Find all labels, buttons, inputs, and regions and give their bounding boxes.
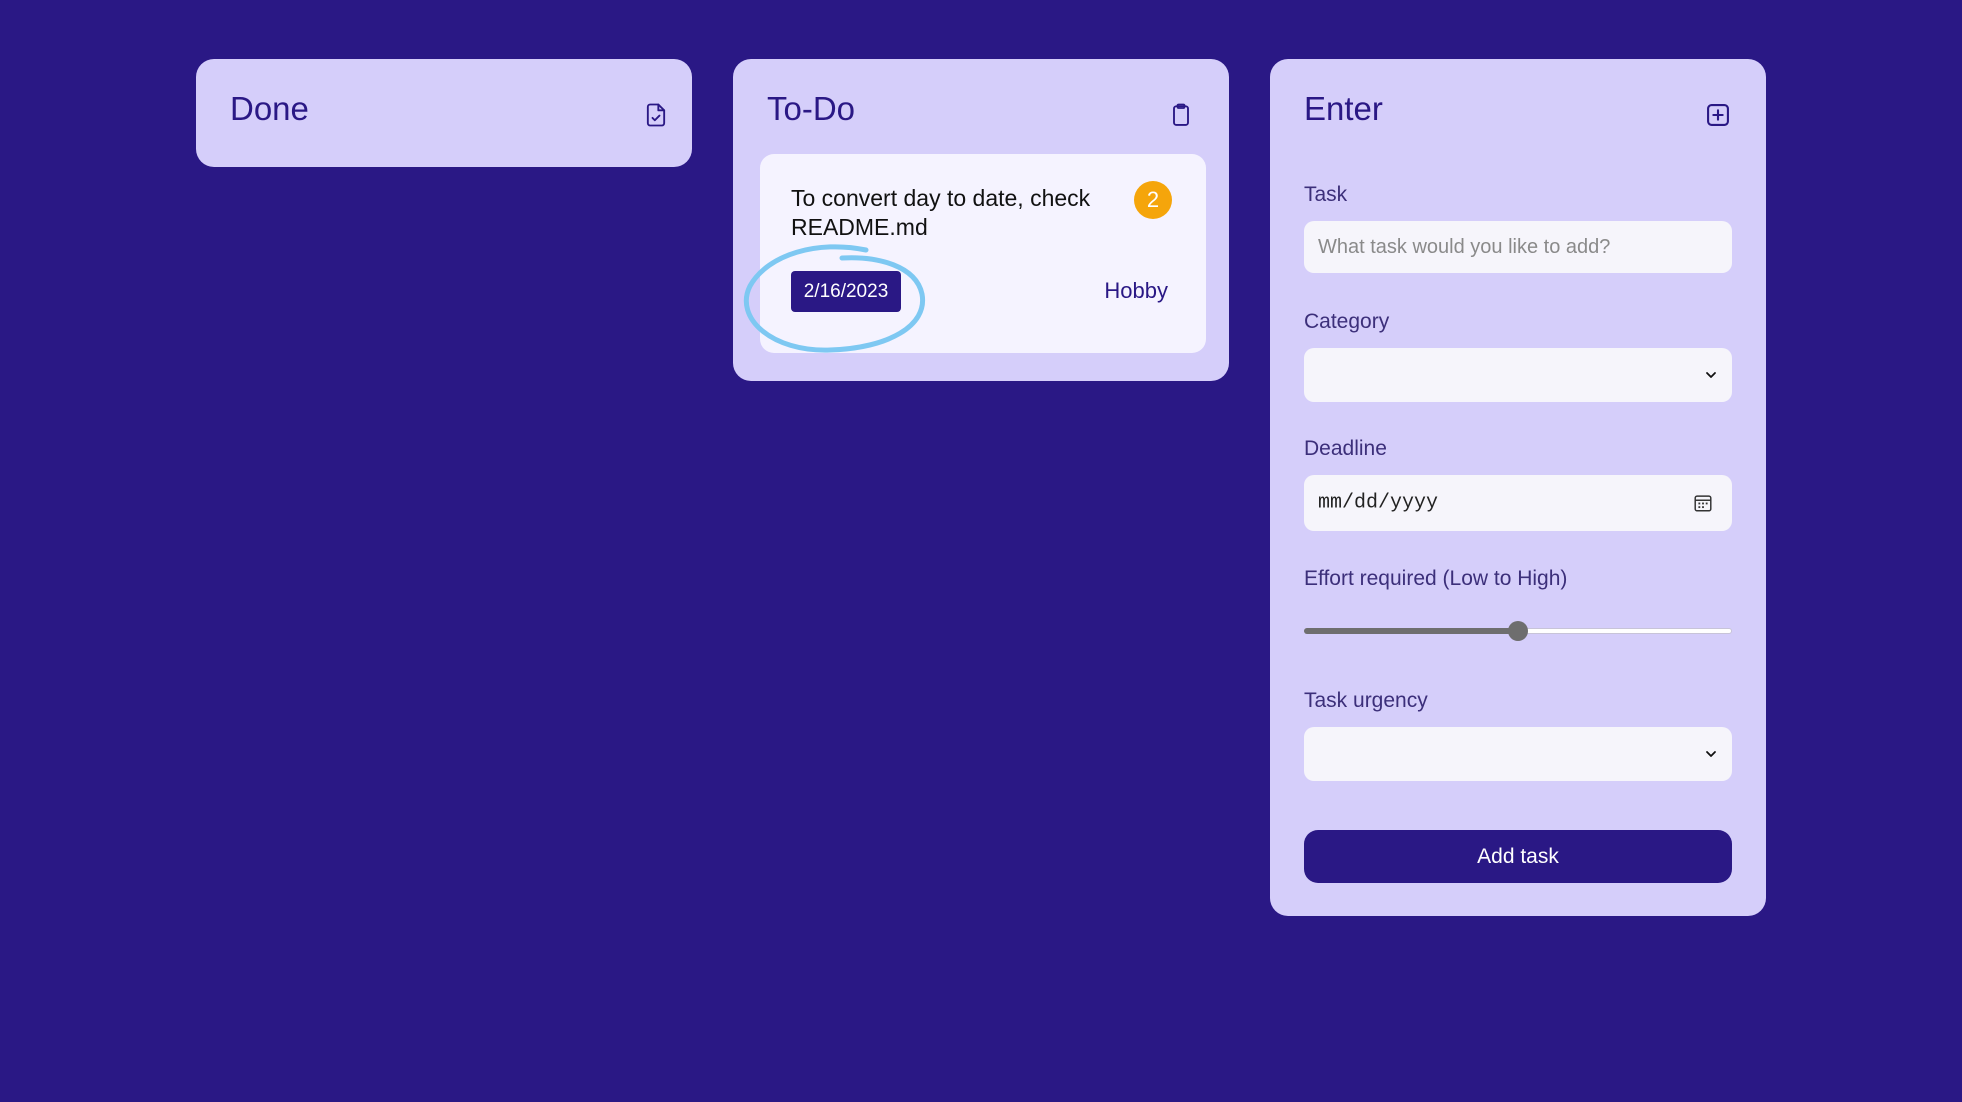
plus-square-icon [1704, 101, 1732, 129]
task-card[interactable]: To convert day to date, check README.md … [743, 154, 1206, 353]
clipboard-icon [1167, 101, 1195, 129]
done-panel-title: Done [230, 90, 309, 127]
urgency-select[interactable] [1304, 727, 1732, 781]
effort-label: Effort required (Low to High) [1304, 567, 1568, 590]
urgency-label: Task urgency [1304, 689, 1428, 712]
task-date-chip: 2/16/2023 [791, 271, 901, 312]
file-check-icon [642, 101, 670, 129]
category-select[interactable] [1304, 348, 1732, 402]
task-category: Hobby [1104, 278, 1168, 303]
enter-panel: Enter Task Category Deadline mm/dd/yyyy [1270, 59, 1766, 916]
task-label: Task [1304, 183, 1348, 206]
chevron-down-icon [1706, 751, 1716, 757]
deadline-label: Deadline [1304, 437, 1387, 460]
effort-slider-fill [1304, 628, 1518, 634]
done-panel: Done [196, 59, 692, 167]
effort-slider-thumb[interactable] [1508, 621, 1528, 641]
calendar-icon[interactable] [1692, 492, 1714, 514]
task-input-box [1304, 221, 1732, 273]
todo-panel-title: To-Do [767, 90, 856, 127]
effort-badge: 2 [1134, 181, 1172, 219]
deadline-input[interactable]: mm/dd/yyyy [1304, 475, 1732, 531]
effort-slider[interactable] [1304, 619, 1732, 643]
add-task-button[interactable]: Add task [1304, 830, 1732, 883]
deadline-placeholder: mm/dd/yyyy [1318, 491, 1439, 515]
task-text: To convert day to date, check README.md [791, 185, 1091, 240]
enter-panel-title: Enter [1304, 90, 1383, 127]
task-input[interactable] [1304, 221, 1732, 273]
todo-panel: To-Do To convert day to date, check READ… [733, 59, 1229, 381]
chevron-down-icon [1706, 372, 1716, 378]
category-label: Category [1304, 310, 1390, 333]
